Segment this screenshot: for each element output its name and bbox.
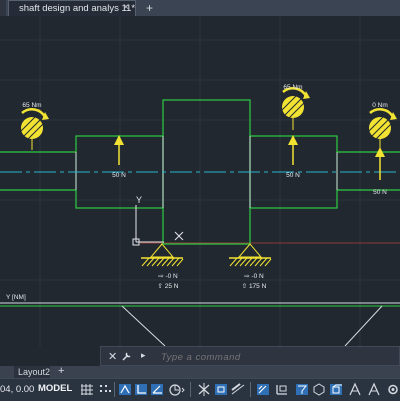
drawing-canvas[interactable]: 65 Nm 65 Nm 0 Nm 50 N 50 N 50 N Y ⇨ -0 N… [0, 16, 400, 346]
polar-tracking-icon[interactable] [150, 382, 164, 397]
new-tab-button[interactable]: + [146, 1, 153, 15]
drawing-svg: 65 Nm 65 Nm 0 Nm 50 N 50 N 50 N Y ⇨ -0 N… [0, 16, 400, 346]
graph-axis-label: Y [NM] [6, 294, 26, 301]
selection-filter-icon[interactable] [294, 382, 310, 397]
model-space-button[interactable]: MODEL [38, 383, 72, 394]
workspace-gear-icon[interactable] [386, 382, 400, 397]
3d-object-snap-icon[interactable] [328, 382, 344, 397]
infer-constraints-icon[interactable] [118, 382, 132, 397]
support-right-rx: ⇨ -0 N [244, 273, 264, 280]
auto-scale-icon[interactable] [366, 382, 382, 397]
separator [114, 382, 115, 397]
moment-left: 65 Nm [20, 102, 49, 150]
support-right-ry: ⇧ 175 N [242, 282, 267, 290]
ucs-icon [132, 205, 184, 246]
support-left-rx: ⇨ -0 N [158, 273, 178, 280]
ortho-mode-icon[interactable] [134, 382, 148, 397]
ucs-y-label: Y [136, 195, 142, 205]
grid [0, 16, 400, 346]
moment-right: 0 Nm [368, 102, 397, 150]
close-icon[interactable]: ✕ [108, 350, 117, 363]
wrench-icon[interactable] [122, 351, 132, 361]
annotation-visibility-icon[interactable] [348, 382, 362, 397]
lineweight-icon[interactable] [230, 382, 246, 397]
command-line[interactable]: ✕ ▸ [100, 346, 400, 366]
moment-label-middle: 65 Nm [283, 84, 302, 91]
force-middle: 50 N [286, 135, 300, 179]
command-prompt-icon[interactable]: ▸ [141, 350, 146, 361]
gizmo-icon[interactable] [312, 382, 326, 397]
snap-icon[interactable] [98, 382, 112, 397]
status-bar: 04, 0.00 MODEL [0, 378, 400, 401]
force-label-right: 50 N [373, 189, 387, 196]
layout-tab-layout2[interactable]: Layout2 [14, 366, 50, 378]
tab-stub[interactable] [0, 0, 6, 16]
support-right: ⇨ -0 N ⇧ 175 N [229, 243, 272, 290]
grid-icon[interactable] [80, 382, 94, 397]
force-left: 50 N [112, 135, 126, 179]
moment-label-right: 0 Nm [372, 102, 388, 109]
separator [190, 382, 191, 397]
moment-middle: 65 Nm [281, 84, 310, 130]
dynamic-ucs-icon[interactable] [274, 382, 290, 397]
object-snap-icon[interactable] [214, 382, 228, 397]
file-tab[interactable]: shaft design and analys 11* × [8, 0, 136, 16]
support-left: ⇨ -0 N ⇧ 25 N [141, 243, 184, 290]
add-layout-button[interactable]: + [58, 365, 64, 377]
layout-tab-bar: Layout2 + [0, 365, 400, 378]
moment-label-left: 65 Nm [22, 102, 41, 109]
force-label-left: 50 N [112, 172, 126, 179]
support-left-ry: ⇧ 25 N [158, 282, 179, 290]
close-icon[interactable]: × [123, 2, 129, 13]
separator [250, 382, 251, 397]
object-snap-tracking-icon[interactable] [196, 382, 212, 397]
command-input[interactable] [159, 348, 398, 366]
force-label-middle: 50 N [286, 172, 300, 179]
isometric-drafting-icon[interactable] [168, 382, 186, 397]
document-tab-bar: shaft design and analys 11* × + [0, 0, 400, 17]
coordinates-readout: 04, 0.00 [0, 384, 35, 395]
selection-cycling-icon[interactable] [256, 382, 270, 397]
file-tab-title: shaft design and analys 11* [19, 3, 136, 14]
